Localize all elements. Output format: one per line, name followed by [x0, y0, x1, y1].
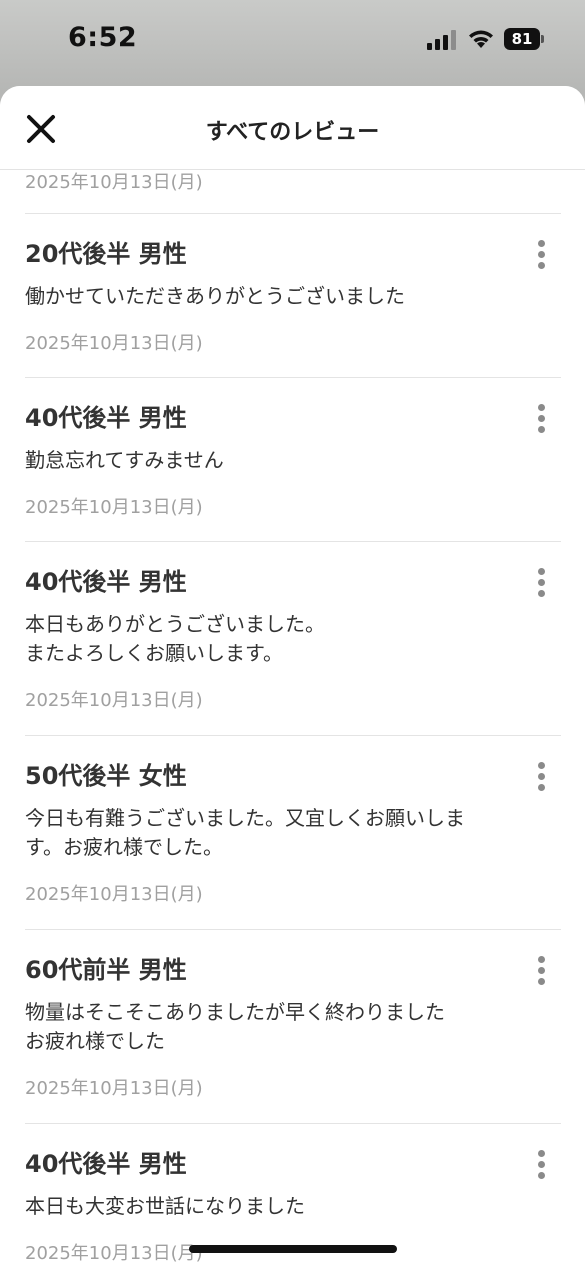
reviewer-label: 40代後半 男性 [25, 1150, 187, 1178]
review-date: 2025年10月13日(月) [25, 172, 203, 193]
status-bar: 6:52 81 [0, 0, 585, 80]
more-vertical-icon[interactable] [528, 954, 556, 990]
review-date: 2025年10月13日(月) [25, 1078, 203, 1099]
divider [25, 213, 561, 214]
reviewer-label: 60代前半 男性 [25, 956, 187, 984]
more-dot [538, 978, 545, 985]
more-dot [538, 1150, 545, 1157]
more-dot [538, 1172, 545, 1179]
review-text: 本日もありがとうございました。 [25, 612, 325, 636]
review-text: お疲れ様でした [25, 1029, 165, 1053]
more-dot [538, 1161, 545, 1168]
more-dot [538, 579, 545, 586]
review-text: 本日も大変お世話になりました [25, 1194, 305, 1218]
divider [25, 735, 561, 736]
more-dot [538, 426, 545, 433]
more-dot [538, 251, 545, 258]
more-dot [538, 773, 545, 780]
review-text: 働かせていただきありがとうございました [25, 284, 405, 308]
divider [25, 1123, 561, 1124]
more-dot [538, 262, 545, 269]
signal-icon [427, 30, 456, 50]
more-vertical-icon[interactable] [528, 238, 556, 274]
wifi-icon [469, 30, 493, 48]
divider [25, 377, 561, 378]
more-vertical-icon[interactable] [528, 760, 556, 796]
review-date: 2025年10月13日(月) [25, 497, 203, 518]
more-dot [538, 967, 545, 974]
review-date: 2025年10月13日(月) [25, 884, 203, 905]
more-dot [538, 784, 545, 791]
review-date: 2025年10月13日(月) [25, 1243, 203, 1264]
status-time: 6:52 [68, 22, 138, 53]
more-dot [538, 240, 545, 247]
reviews-sheet: すべてのレビュー 2025年10月13日(月) 20代後半 男性働かせていただき… [0, 86, 585, 1266]
review-text: す。お疲れ様でした。 [25, 835, 223, 859]
more-dot [538, 415, 545, 422]
battery-cap [541, 35, 544, 43]
more-dot [538, 404, 545, 411]
more-dot [538, 762, 545, 769]
home-indicator[interactable] [189, 1245, 397, 1253]
reviewer-label: 50代後半 女性 [25, 762, 187, 790]
page-title: すべてのレビュー [205, 120, 380, 145]
more-vertical-icon[interactable] [528, 1148, 556, 1184]
review-text: 今日も有難うございました。又宜しくお願いしま [25, 806, 465, 830]
more-dot [538, 956, 545, 963]
more-dot [538, 590, 545, 597]
review-text: またよろしくお願いします。 [25, 641, 283, 665]
review-date: 2025年10月13日(月) [25, 690, 203, 711]
sheet-header: すべてのレビュー [0, 86, 585, 170]
more-dot [538, 568, 545, 575]
review-text: 物量はそこそこありましたが早く終わりました [25, 1000, 445, 1024]
screen: 6:52 81 すべてのレビュー 2025年10月13日(月) 20代後半 男性… [0, 0, 585, 1266]
reviewer-label: 40代後半 男性 [25, 404, 187, 432]
divider [25, 541, 561, 542]
more-vertical-icon[interactable] [528, 566, 556, 602]
divider [25, 929, 561, 930]
more-vertical-icon[interactable] [528, 402, 556, 438]
reviewer-label: 40代後半 男性 [25, 568, 187, 596]
review-text: 勤怠忘れてすみません [25, 448, 224, 472]
review-date: 2025年10月13日(月) [25, 333, 203, 354]
reviewer-label: 20代後半 男性 [25, 240, 187, 268]
battery-icon: 81 [504, 28, 540, 50]
